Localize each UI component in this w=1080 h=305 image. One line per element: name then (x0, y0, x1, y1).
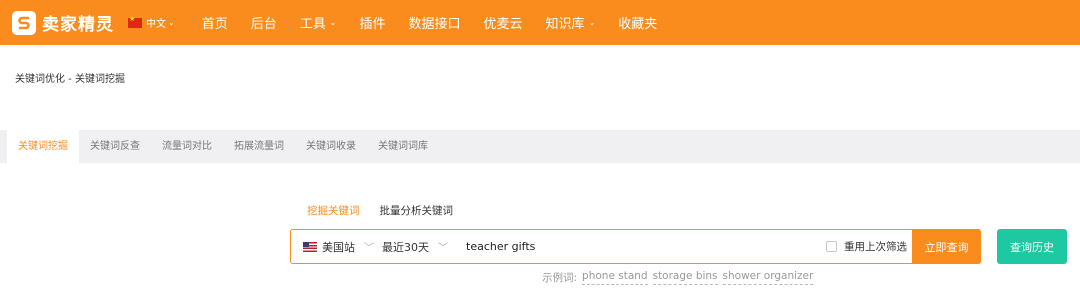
brand-name: 卖家精灵 (42, 15, 114, 35)
example-keyword-link[interactable]: shower organizer (722, 270, 814, 285)
reuse-last-filter[interactable]: 重用上次筛选 (826, 239, 907, 254)
tab-keyword-indexing[interactable]: 关键词收录 (295, 130, 367, 163)
nav-item-youmai-cloud[interactable]: 优麦云 (483, 13, 522, 32)
nav-item-label: 知识库 (545, 17, 585, 32)
keyword-input[interactable] (466, 240, 816, 253)
nav-item-plugins[interactable]: 插件 (359, 13, 385, 32)
breadcrumb: 关键词优化 - 关键词挖掘 (15, 74, 125, 85)
us-flag-icon (303, 241, 317, 252)
logo-icon (12, 10, 36, 35)
nav-item-tools[interactable]: 工具 ⌄ (300, 13, 337, 32)
query-history-button[interactable]: 查询历史 (997, 229, 1067, 264)
nav-item-home[interactable]: 首页 (202, 13, 228, 32)
marketplace-select[interactable]: 美国站 ﹀ (303, 239, 374, 255)
brand-logo[interactable]: 卖家精灵 (12, 10, 114, 35)
chevron-down-icon: ⌄ (329, 18, 337, 27)
example-keyword-link[interactable]: storage bins (652, 270, 718, 285)
nav-item-label: 插件 (359, 17, 386, 32)
nav-item-backend[interactable]: 后台 (251, 13, 277, 32)
nav-item-label: 优麦云 (483, 17, 523, 32)
search-mode-tabs: 挖掘关键词 批量分析关键词 (307, 203, 473, 218)
example-keywords: 示例词: phone stand storage bins shower org… (542, 270, 814, 285)
nav-item-data-api[interactable]: 数据接口 (408, 13, 460, 32)
nav-item-label: 收藏夹 (618, 17, 658, 32)
nav-item-label: 数据接口 (408, 17, 461, 32)
example-keyword-link[interactable]: phone stand (582, 270, 648, 285)
nav-item-label: 工具 (299, 17, 326, 32)
mode-tab-mine-keywords[interactable]: 挖掘关键词 (307, 203, 360, 218)
chevron-down-icon: ﹀ (438, 243, 448, 254)
nav-item-favorites[interactable]: 收藏夹 (618, 13, 657, 32)
china-flag-icon (128, 15, 142, 28)
nav-item-label: 后台 (250, 17, 277, 32)
nav-item-label: 首页 (201, 17, 228, 32)
top-navbar: 卖家精灵 中文 ⌄ 首页 后台 工具⌄ 插件 数据接口 优麦云 知识库⌄ 收藏夹 (0, 0, 1080, 45)
nav-item-knowledge-base[interactable]: 知识库 ⌄ (546, 13, 596, 32)
chevron-down-icon: ⌄ (168, 18, 175, 27)
mode-tab-batch-analyze[interactable]: 批量分析关键词 (380, 203, 454, 218)
main-nav: 首页 后台 工具 ⌄ 插件 数据接口 优麦云 知识库 ⌄ 收藏夹 (179, 13, 658, 32)
language-label: 中文 (146, 19, 166, 30)
language-selector[interactable]: 中文 ⌄ (128, 15, 175, 30)
tab-reverse-lookup[interactable]: 关键词反查 (79, 130, 151, 163)
marketplace-label: 美国站 (322, 240, 355, 254)
tab-expand-traffic[interactable]: 拓展流量词 (223, 130, 295, 163)
tab-keyword-mining[interactable]: 关键词挖掘 (7, 130, 79, 163)
chevron-down-icon: ⌄ (588, 18, 596, 27)
tool-tabs: 关键词挖掘 关键词反查 流量词对比 拓展流量词 关键词收录 关键词词库 (7, 130, 439, 163)
chevron-down-icon: ﹀ (364, 243, 374, 254)
keyword-search-bar: 美国站 ﹀ 最近30天 ﹀ 重用上次筛选 立即查询 (290, 229, 981, 264)
reuse-filter-checkbox[interactable] (826, 241, 837, 252)
tab-keyword-library[interactable]: 关键词词库 (367, 130, 439, 163)
tab-traffic-compare[interactable]: 流量词对比 (151, 130, 223, 163)
reuse-filter-label: 重用上次筛选 (844, 241, 907, 253)
date-range-label: 最近30天 (382, 240, 429, 254)
query-now-button[interactable]: 立即查询 (912, 229, 981, 264)
examples-label: 示例词: (542, 272, 578, 284)
date-range-select[interactable]: 最近30天 ﹀ (382, 239, 448, 255)
